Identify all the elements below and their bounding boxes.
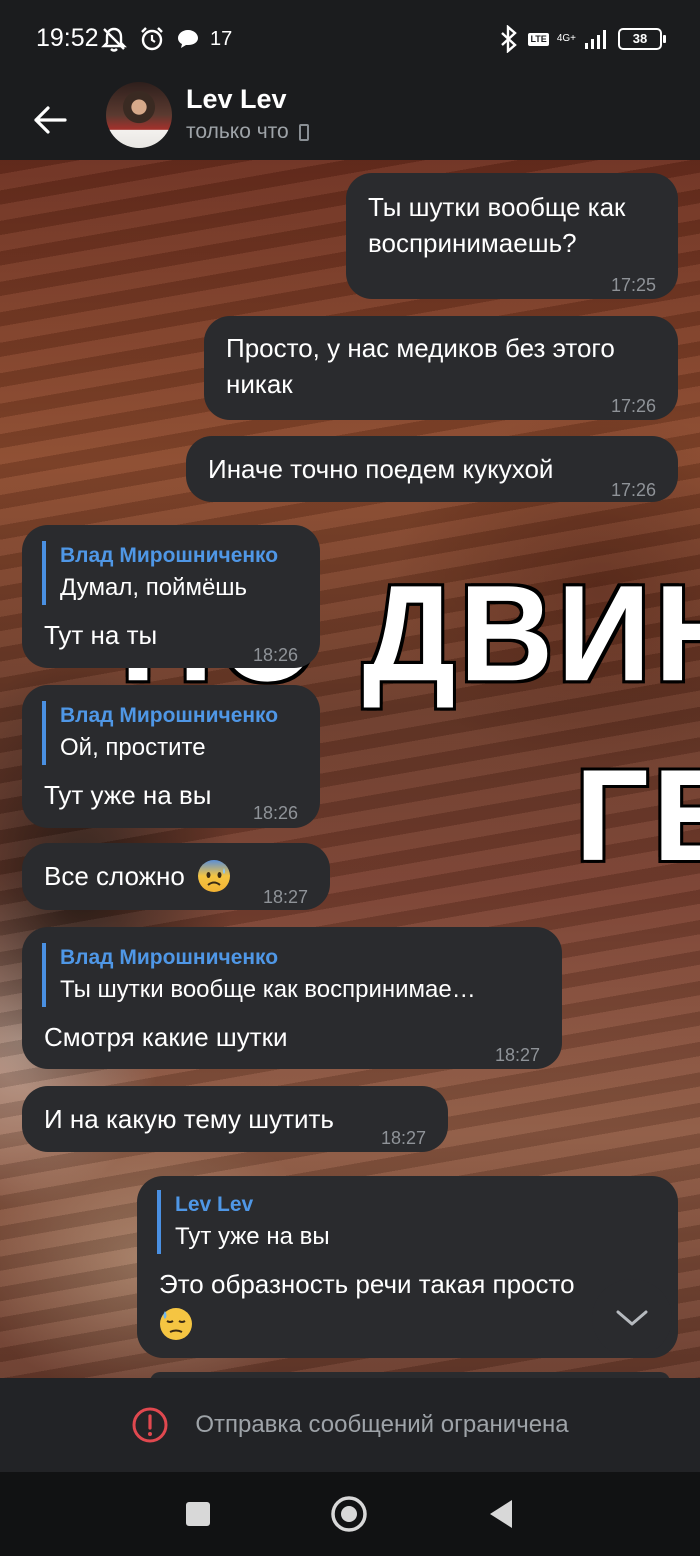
message-line: Это образность речи такая просто	[159, 1269, 575, 1299]
message-time: 18:27	[262, 887, 308, 907]
notification-count: 17	[210, 27, 233, 50]
message-text: Смотря какие шутки	[44, 1022, 288, 1052]
message-time: 18:27	[494, 1045, 540, 1065]
message-text: И на какую тему шутить	[44, 1104, 334, 1134]
message-time: 18:26	[252, 645, 298, 665]
triangle-back-icon	[490, 1500, 512, 1528]
arrow-left-icon	[34, 106, 67, 134]
reply-text: Ты шутки вообще как воспринимае…	[60, 976, 476, 1003]
message-incoming[interactable]: Все сложно 18:27	[22, 843, 330, 910]
reply-author: Lev Lev	[175, 1193, 254, 1216]
reply-quote[interactable]: Влад Мирошниченко Ты шутки вообще как во…	[42, 943, 476, 1007]
reply-author: Влад Мирошниченко	[60, 704, 279, 727]
mobile-device-icon	[298, 123, 309, 141]
contact-name[interactable]: Lev Lev	[186, 84, 287, 115]
anxious-face-emoji-icon	[197, 860, 230, 892]
message-incoming[interactable]: Влад Мирошниченко Ты шутки вообще как во…	[22, 927, 562, 1069]
recents-button[interactable]	[178, 1494, 218, 1534]
status-bar: 19:52 17 LTE 4G+ 38	[0, 0, 700, 80]
message-incoming[interactable]: Влад Мирошниченко Думал, поймёшь Тут на …	[22, 525, 320, 668]
reply-text: Тут уже на вы	[175, 1223, 330, 1250]
message-incoming[interactable]: Влад Мирошниченко Ой, простите Тут уже н…	[22, 685, 320, 828]
scroll-to-bottom-button[interactable]	[592, 1279, 672, 1357]
reply-text: Думал, поймёшь	[60, 574, 248, 601]
last-seen-text: только что	[186, 120, 289, 143]
message-text: Ты шутки вообще как воспринимаешь?	[368, 189, 625, 261]
message-time: 18:27	[380, 1128, 426, 1148]
back-nav-button[interactable]	[481, 1494, 521, 1534]
message-time: 17:25	[610, 275, 656, 295]
message-time: 17:26	[610, 480, 656, 500]
battery-indicator: 38	[618, 28, 666, 50]
message-line: Просто, у нас медиков без этого	[226, 333, 615, 363]
volte-badge: LTE	[528, 32, 549, 46]
clock: 19:52	[36, 24, 99, 52]
message-text: Все сложно	[44, 858, 231, 894]
reply-quote[interactable]: Lev Lev Тут уже на вы	[157, 1190, 330, 1254]
message-time: 17:26	[610, 396, 656, 416]
system-navigation-bar	[0, 1472, 700, 1556]
last-seen-status: только что	[186, 120, 309, 144]
reply-author: Влад Мирошниченко	[60, 946, 279, 969]
restriction-text: Отправка сообщений ограничена	[195, 1411, 569, 1438]
message-line: никак	[226, 369, 293, 399]
message-incoming[interactable]: И на какую тему шутить 18:27	[22, 1086, 448, 1152]
message-outgoing[interactable]: Ты шутки вообще как воспринимаешь? 17:25	[346, 173, 678, 299]
downcast-sweat-face-emoji-icon	[160, 1308, 192, 1341]
bell-off-icon	[101, 27, 127, 52]
reply-text: Ой, простите	[60, 734, 206, 761]
message-line: Все сложно	[44, 861, 185, 891]
chat-notification-icon	[178, 30, 198, 48]
reply-quote[interactable]: Влад Мирошниченко Ой, простите	[42, 701, 278, 765]
signal-icon	[585, 30, 606, 49]
network-type-label: 4G+	[556, 33, 576, 44]
message-line: воспринимаешь?	[368, 228, 577, 258]
alarm-icon	[141, 27, 163, 51]
message-time: 18:26	[252, 803, 298, 823]
message-outgoing[interactable]: Иначе точно поедем кукухой 17:26	[186, 436, 678, 502]
message-text: Это образность речи такая просто	[159, 1266, 575, 1341]
square-icon	[186, 1502, 210, 1526]
message-text: Тут на ты	[44, 620, 158, 650]
messaging-restricted-bar: Отправка сообщений ограничена	[0, 1378, 700, 1472]
chat-header: Lev Lev только что	[0, 80, 700, 160]
back-button[interactable]	[24, 90, 76, 150]
message-outgoing[interactable]: Просто, у нас медиков без этого никак 17…	[204, 316, 678, 420]
home-button[interactable]	[329, 1494, 369, 1534]
warning-circle-icon	[132, 1407, 168, 1443]
reply-author: Влад Мирошниченко	[60, 544, 279, 567]
reply-quote[interactable]: Влад Мирошниченко Думал, поймёшь	[42, 541, 278, 605]
contact-avatar[interactable]	[106, 82, 172, 148]
message-line: Ты шутки вообще как	[368, 192, 626, 222]
message-text: Тут уже на вы	[44, 780, 212, 810]
bluetooth-icon	[501, 25, 518, 53]
circle-home-icon	[331, 1496, 367, 1532]
message-text: Просто, у нас медиков без этого никак	[226, 330, 615, 402]
wallpaper-caption-line2: ГЕ	[575, 742, 700, 888]
message-text: Иначе точно поедем кукухой	[208, 454, 554, 484]
chevron-down-icon	[616, 1310, 648, 1326]
